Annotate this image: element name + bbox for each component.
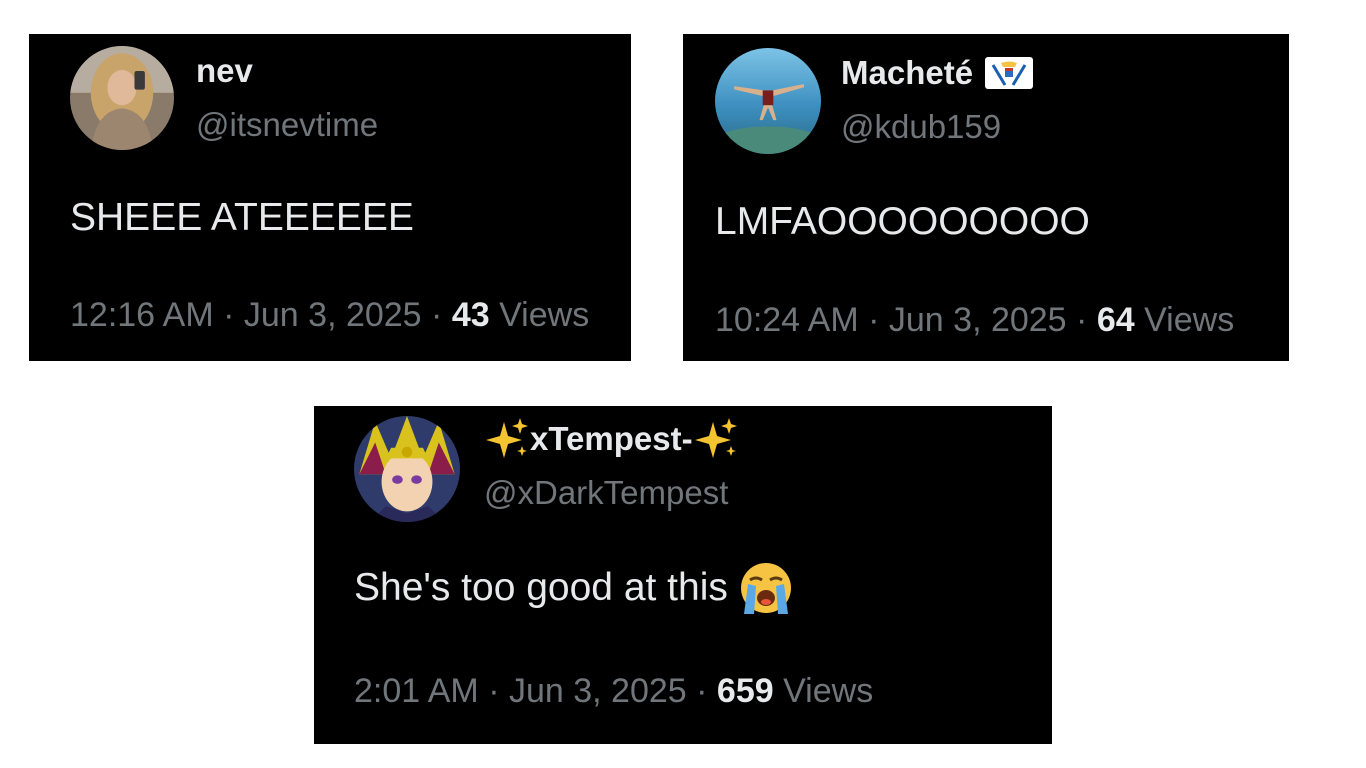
tweet-date[interactable]: Jun 3, 2025	[509, 672, 687, 710]
tweet-meta: 10:24 AM · Jun 3, 2025 · 64 Views	[715, 301, 1234, 340]
tweet-date[interactable]: Jun 3, 2025	[244, 296, 422, 334]
display-name[interactable]: nev	[196, 52, 253, 90]
tweet-text: SHEEE ATEEEEEE	[70, 196, 414, 239]
views-count[interactable]: 64	[1097, 301, 1135, 339]
views-count[interactable]: 659	[717, 672, 774, 710]
avatar[interactable]	[715, 48, 821, 154]
display-name[interactable]: Macheté	[841, 54, 1034, 92]
user-handle[interactable]: @xDarkTempest	[484, 474, 728, 512]
tweet-card-nev[interactable]: nev @itsnevtime SHEEE ATEEEEEE 12:16 AM …	[29, 34, 631, 361]
tweet-card-machete[interactable]: Macheté @kdub159 LMFAOOOOOOOOO 10:24 AM …	[683, 34, 1289, 361]
avatar[interactable]	[354, 416, 460, 522]
meta-separator: ·	[431, 296, 443, 334]
views-label: Views	[499, 296, 590, 334]
tweet-meta: 12:16 AM · Jun 3, 2025 · 43 Views	[70, 296, 589, 335]
tweet-meta: 2:01 AM · Jun 3, 2025 · 659 Views	[354, 672, 873, 711]
avatar[interactable]	[70, 46, 174, 150]
tweet-time[interactable]: 10:24 AM	[715, 301, 859, 339]
display-name[interactable]: xTempest-	[484, 416, 739, 462]
loudly-crying-face-emoji-icon	[740, 563, 791, 614]
meta-separator: ·	[868, 301, 880, 339]
tweet-text: LMFAOOOOOOOOO	[715, 200, 1090, 243]
meta-separator: ·	[223, 296, 235, 334]
sparkles-icon	[486, 418, 528, 458]
tweet-text: She's too good at this	[354, 560, 794, 616]
user-handle[interactable]: @kdub159	[841, 108, 1001, 146]
user-handle[interactable]: @itsnevtime	[196, 106, 378, 144]
meta-separator: ·	[1076, 301, 1088, 339]
tweet-time[interactable]: 12:16 AM	[70, 296, 214, 334]
display-name-text[interactable]: xTempest-	[530, 420, 693, 458]
views-label: Views	[783, 672, 874, 710]
tweet-time[interactable]: 2:01 AM	[354, 672, 479, 710]
tweet-text-content: She's too good at this	[354, 566, 728, 609]
views-count[interactable]: 43	[452, 296, 490, 334]
tweet-card-xtempest[interactable]: xTempest- @xDarkTempest She's too good a…	[314, 406, 1052, 744]
display-name-text[interactable]: Macheté	[841, 54, 973, 92]
meta-separator: ·	[696, 672, 708, 710]
views-label: Views	[1144, 301, 1235, 339]
sparkles-icon	[694, 418, 737, 458]
selfie-photo-icon	[70, 46, 174, 150]
diver-ocean-photo-icon	[715, 48, 821, 154]
meta-separator: ·	[488, 672, 500, 710]
tweet-date[interactable]: Jun 3, 2025	[889, 301, 1067, 339]
anime-character-icon	[354, 416, 460, 522]
us-virgin-islands-flag-icon	[985, 57, 1034, 89]
